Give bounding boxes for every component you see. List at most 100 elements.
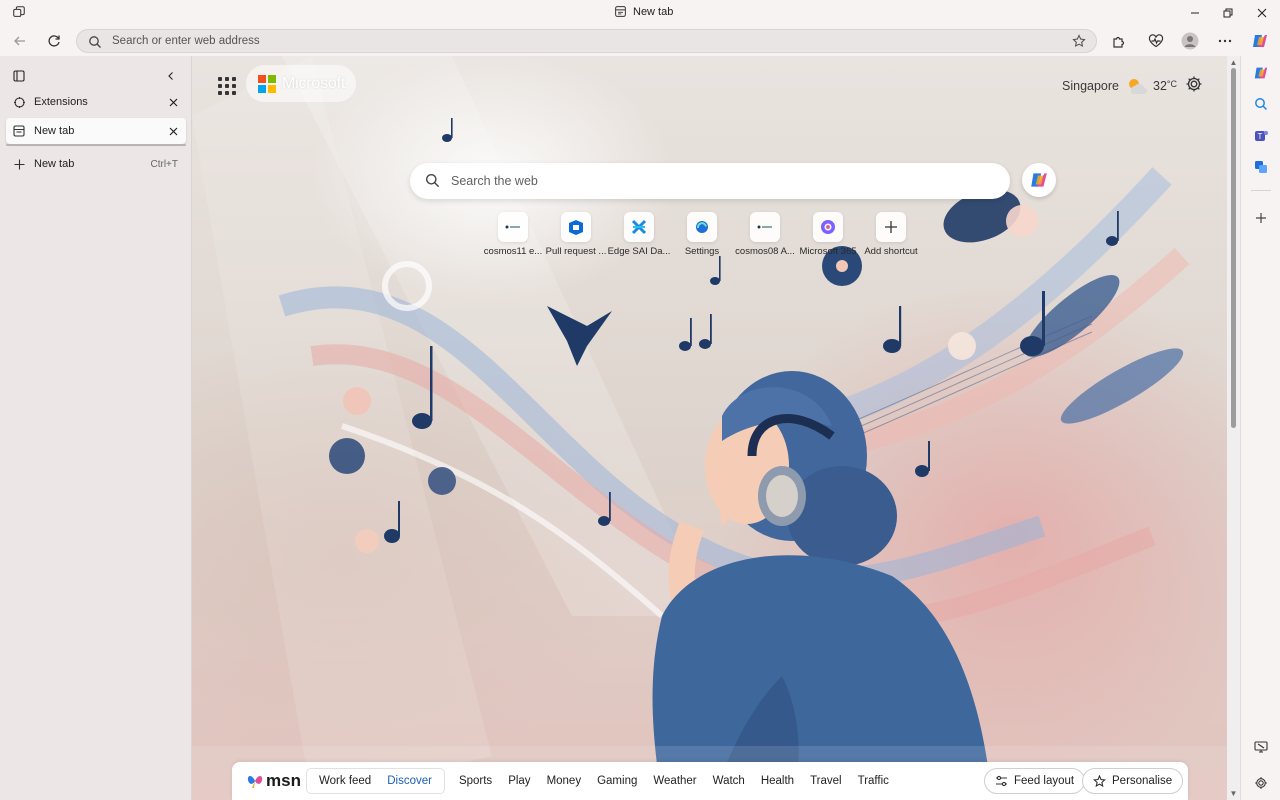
add-shortcut-tile[interactable]: Add shortcut bbox=[860, 212, 922, 262]
collapse-pane-icon[interactable] bbox=[164, 69, 178, 83]
shortcut-tile[interactable]: cosmos11 e... bbox=[482, 212, 544, 262]
tab-travel[interactable]: Travel bbox=[802, 769, 850, 793]
minimize-button[interactable] bbox=[1178, 0, 1212, 26]
favorite-star-icon[interactable] bbox=[1072, 34, 1086, 48]
sidebar-add-button[interactable] bbox=[1251, 208, 1271, 228]
copilot-search-button[interactable] bbox=[1022, 163, 1056, 197]
settings-more-button[interactable] bbox=[1214, 30, 1236, 52]
sparkle-star-icon bbox=[1093, 774, 1106, 787]
new-tab-label: New tab bbox=[34, 158, 75, 170]
tab-actions-menu-icon[interactable] bbox=[12, 69, 26, 83]
plus-icon bbox=[12, 157, 26, 171]
profile-button[interactable] bbox=[1179, 30, 1201, 52]
microsoft-brand: Microsoft bbox=[282, 74, 346, 92]
shortcut-tile[interactable]: Edge SAI Da... bbox=[608, 212, 670, 262]
cosmos-icon bbox=[498, 212, 528, 242]
tab-weather[interactable]: Weather bbox=[645, 769, 704, 793]
weather-widget[interactable]: Singapore 32°C bbox=[1062, 76, 1177, 96]
sidebar-translator-button[interactable] bbox=[1251, 157, 1271, 177]
web-search-box[interactable]: Search the web bbox=[410, 163, 1010, 199]
scrollbar-thumb[interactable] bbox=[1231, 68, 1236, 428]
vertical-tabs-pane: Extensions New tab New tab Ctrl+T bbox=[0, 56, 192, 800]
microsoft-logo-pill[interactable]: Microsoft bbox=[246, 65, 356, 102]
new-tab-button[interactable]: New tab Ctrl+T bbox=[6, 151, 186, 177]
personalise-button[interactable]: Personalise bbox=[1082, 768, 1184, 794]
sidebar-screen-button[interactable] bbox=[1251, 737, 1271, 757]
tab-extensions[interactable]: Extensions bbox=[6, 89, 186, 115]
shortcut-label: Edge SAI Da... bbox=[607, 246, 671, 257]
feed-primary-group: Work feed Discover bbox=[306, 768, 445, 794]
screen-icon bbox=[1254, 741, 1268, 753]
tab-label: New tab bbox=[34, 125, 75, 137]
window-title: New tab bbox=[614, 5, 673, 18]
copilot-icon bbox=[1031, 173, 1047, 187]
extensions-button[interactable] bbox=[1108, 30, 1130, 52]
sidebar-teams-button[interactable]: T bbox=[1251, 126, 1271, 146]
page-scrollbar[interactable]: ▲ ▼ bbox=[1227, 56, 1240, 800]
tab-actions-row bbox=[6, 63, 186, 89]
address-bar[interactable]: Search or enter web address bbox=[76, 29, 1097, 53]
plus-icon bbox=[1256, 213, 1266, 223]
copilot-button[interactable] bbox=[1249, 30, 1271, 52]
new-tab-page-icon bbox=[12, 124, 26, 138]
tab-traffic[interactable]: Traffic bbox=[850, 769, 897, 793]
address-placeholder: Search or enter web address bbox=[112, 35, 260, 47]
close-tab-icon[interactable] bbox=[166, 95, 180, 109]
toolbar: Search or enter web address bbox=[0, 26, 1280, 56]
puzzle-icon bbox=[1113, 36, 1125, 48]
sidebar-copilot-button[interactable] bbox=[1251, 63, 1271, 83]
shortcut-tile[interactable]: Microsoft 365 bbox=[797, 212, 859, 262]
weather-location: Singapore bbox=[1062, 79, 1119, 93]
search-placeholder: Search the web bbox=[451, 174, 538, 188]
shortcut-tile[interactable]: cosmos08 A... bbox=[734, 212, 796, 262]
shortcut-label: cosmos08 A... bbox=[735, 246, 795, 257]
edge-sidebar: T bbox=[1240, 56, 1280, 800]
tab-play[interactable]: Play bbox=[500, 769, 538, 793]
page-settings-gear-icon[interactable] bbox=[1185, 75, 1203, 93]
page-icon bbox=[615, 6, 626, 17]
personalise-label: Personalise bbox=[1112, 775, 1173, 787]
shortcut-tile[interactable]: Settings bbox=[671, 212, 733, 262]
search-icon bbox=[426, 174, 440, 188]
close-tab-icon[interactable] bbox=[166, 124, 180, 138]
refresh-button[interactable] bbox=[43, 30, 65, 52]
quick-links: cosmos11 e... Pull request ... Edge SAI … bbox=[482, 212, 942, 262]
feed-layout-label: Feed layout bbox=[1014, 775, 1075, 787]
m365-icon bbox=[813, 212, 843, 242]
sliders-icon bbox=[996, 775, 1007, 787]
workspaces-icon[interactable] bbox=[12, 5, 28, 21]
msn-logo[interactable]: msn bbox=[246, 771, 301, 791]
window-title-text: New tab bbox=[633, 5, 674, 18]
back-button[interactable] bbox=[9, 30, 31, 52]
sidebar-search-button[interactable] bbox=[1251, 94, 1271, 114]
scroll-down-arrow-icon[interactable]: ▼ bbox=[1229, 789, 1238, 798]
shortcut-label: Add shortcut bbox=[864, 246, 918, 257]
plus-icon bbox=[876, 212, 906, 242]
teams-icon: T bbox=[1255, 131, 1268, 141]
tab-health[interactable]: Health bbox=[753, 769, 802, 793]
sidebar-settings-button[interactable] bbox=[1251, 773, 1271, 793]
sidebar-divider bbox=[1251, 190, 1271, 191]
restore-button[interactable] bbox=[1211, 0, 1245, 26]
tab-watch[interactable]: Watch bbox=[705, 769, 753, 793]
refresh-icon bbox=[48, 35, 60, 47]
app-launcher-button[interactable] bbox=[212, 72, 238, 98]
tab-discover[interactable]: Discover bbox=[379, 769, 440, 793]
close-window-button[interactable] bbox=[1245, 0, 1279, 26]
shortcut-label: Settings bbox=[684, 246, 720, 257]
tab-money[interactable]: Money bbox=[539, 769, 590, 793]
scroll-up-arrow-icon[interactable]: ▲ bbox=[1229, 58, 1238, 67]
partly-sunny-icon bbox=[1125, 76, 1147, 96]
shortcut-tile[interactable]: Pull request ... bbox=[545, 212, 607, 262]
feed-layout-button[interactable]: Feed layout bbox=[984, 768, 1086, 794]
title-bar: New tab bbox=[0, 0, 1280, 26]
tab-sports[interactable]: Sports bbox=[451, 769, 500, 793]
heart-pulse-icon bbox=[1148, 34, 1164, 48]
tab-work-feed[interactable]: Work feed bbox=[311, 769, 379, 793]
new-tab-page: Microsoft Singapore 32°C Search the web … bbox=[192, 56, 1227, 800]
browser-essentials-button[interactable] bbox=[1145, 30, 1167, 52]
tab-new-tab[interactable]: New tab bbox=[6, 118, 186, 144]
tab-divider bbox=[6, 144, 186, 146]
tab-gaming[interactable]: Gaming bbox=[589, 769, 645, 793]
avatar-icon bbox=[1181, 32, 1199, 50]
